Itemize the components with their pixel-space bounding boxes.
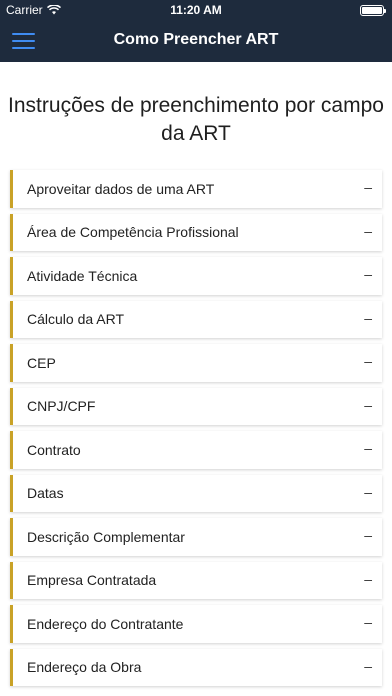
- collapse-icon[interactable]: –: [364, 223, 372, 239]
- list-item[interactable]: Contrato –: [10, 431, 382, 469]
- collapse-icon[interactable]: –: [364, 484, 372, 500]
- battery-icon: [360, 5, 386, 16]
- list-item[interactable]: Endereço da Obra –: [10, 648, 382, 686]
- status-time: 11:20 AM: [170, 3, 222, 17]
- list-item-label: Contrato: [27, 441, 81, 458]
- collapse-icon[interactable]: –: [364, 614, 372, 630]
- collapse-icon[interactable]: –: [364, 397, 372, 413]
- list-item-label: Endereço da Obra: [27, 659, 142, 676]
- list-item[interactable]: CEP –: [10, 344, 382, 382]
- list-item[interactable]: Datas –: [10, 474, 382, 512]
- collapse-icon[interactable]: –: [364, 571, 372, 587]
- list-item-label: Datas: [27, 485, 64, 502]
- collapse-icon[interactable]: –: [364, 527, 372, 543]
- list-item-label: CNPJ/CPF: [27, 398, 96, 415]
- main-content: Instruções de preenchimento por campo da…: [0, 62, 392, 696]
- collapse-icon[interactable]: –: [364, 179, 372, 195]
- list-item-label: Cálculo da ART: [27, 311, 125, 328]
- collapse-icon[interactable]: –: [364, 266, 372, 282]
- collapse-icon[interactable]: –: [364, 353, 372, 369]
- list-item[interactable]: Descrição Complementar –: [10, 518, 382, 556]
- list-item-label: Atividade Técnica: [27, 267, 138, 284]
- list-item-label: Descrição Complementar: [27, 528, 185, 545]
- instructions-heading: Instruções de preenchimento por campo da…: [8, 94, 384, 145]
- page-title: Como Preencher ART: [113, 31, 279, 48]
- list-item[interactable]: Endereço do Contratante –: [10, 605, 382, 643]
- collapse-icon[interactable]: –: [364, 658, 372, 674]
- collapse-icon[interactable]: –: [364, 310, 372, 326]
- field-list: Aproveitar dados de uma ART – Área de Comp…: [0, 170, 392, 686]
- collapse-icon[interactable]: –: [364, 440, 372, 456]
- hamburger-menu-icon[interactable]: [12, 33, 35, 49]
- list-item-label: Área de Competência Profissional: [27, 224, 239, 241]
- status-bar: Carrier 11:20 AM: [0, 0, 392, 20]
- list-item[interactable]: Aproveitar dados de uma ART –: [10, 170, 382, 208]
- list-item-label: Aproveitar dados de uma ART: [27, 180, 215, 197]
- list-item[interactable]: CNPJ/CPF –: [10, 387, 382, 425]
- list-item[interactable]: Cálculo da ART –: [10, 300, 382, 338]
- list-item-label: Empresa Contratada: [27, 572, 157, 589]
- list-item[interactable]: Empresa Contratada –: [10, 561, 382, 599]
- navigation-bar: Como Preencher ART: [0, 20, 392, 62]
- list-item[interactable]: Atividade Técnica –: [10, 257, 382, 295]
- list-item-label: CEP: [27, 354, 56, 371]
- list-item[interactable]: Área de Competência Profissional –: [10, 213, 382, 251]
- list-item-label: Endereço do Contratante: [27, 615, 184, 632]
